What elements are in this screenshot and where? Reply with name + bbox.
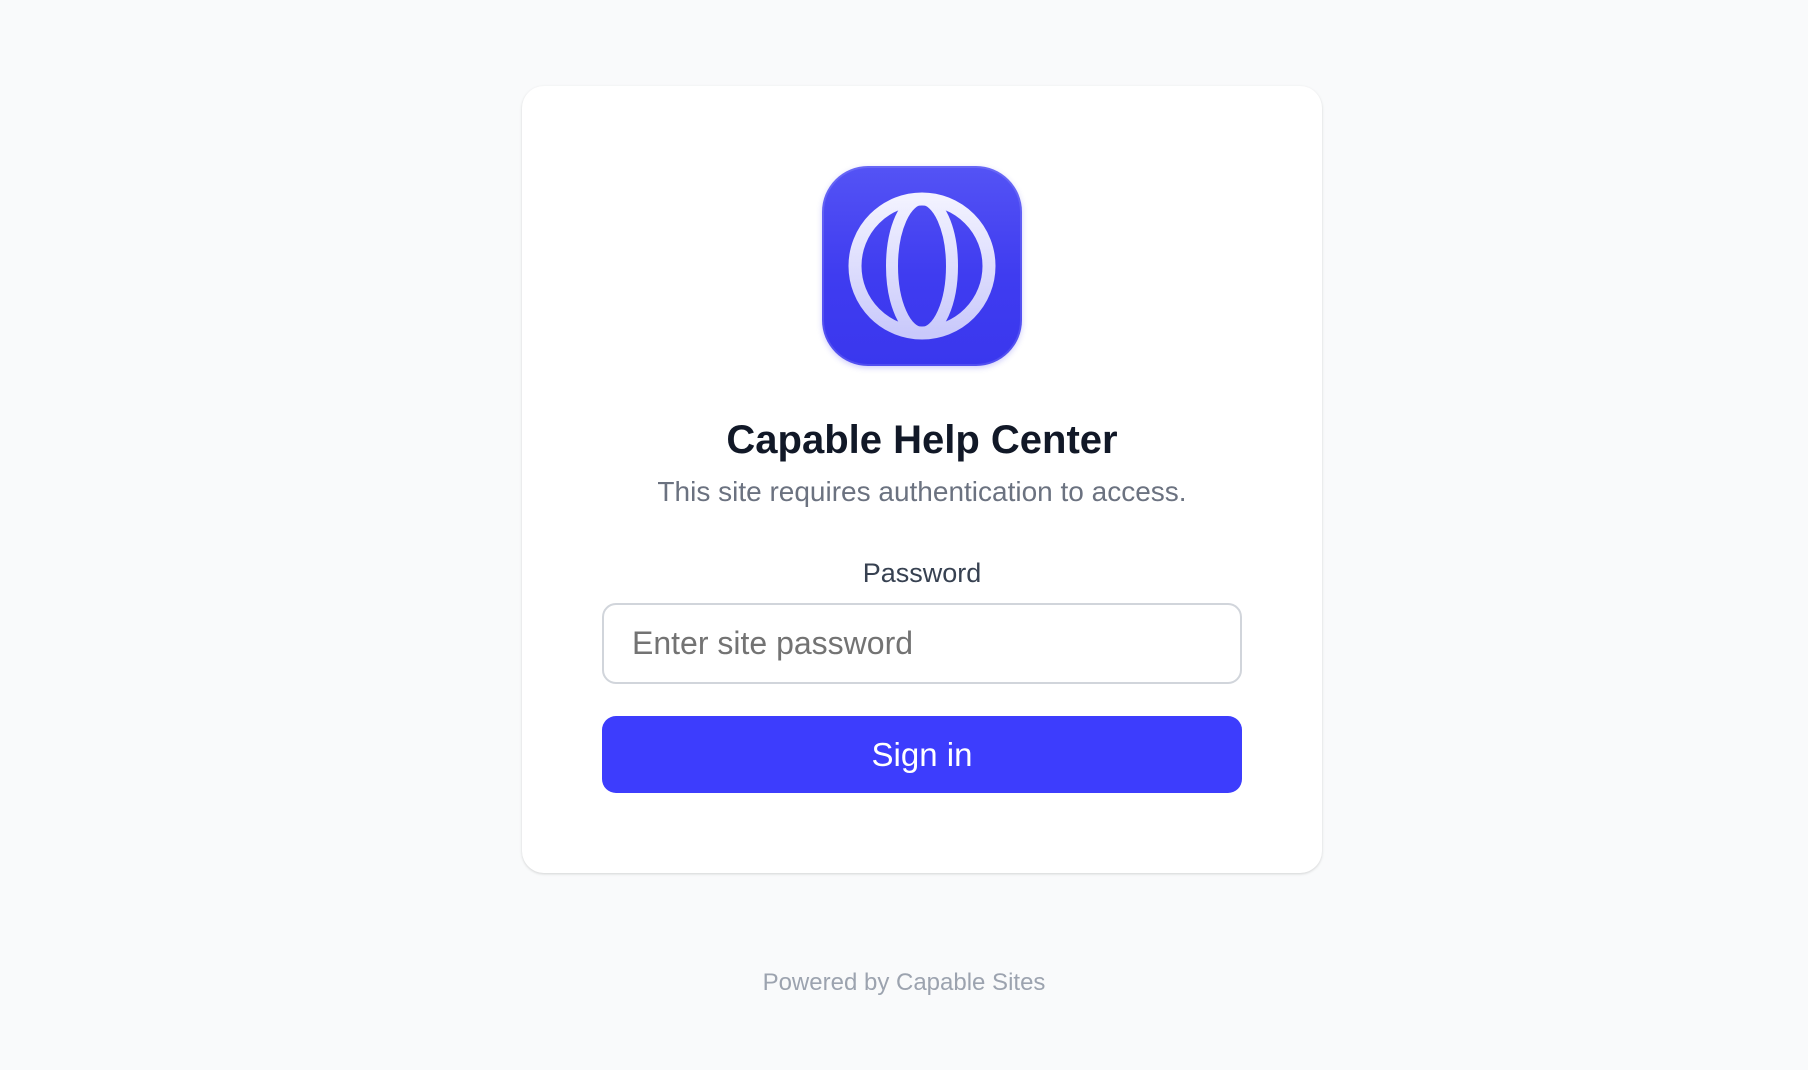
page-subtitle: This site requires authentication to acc… [657, 476, 1187, 507]
page-title: Capable Help Center [726, 418, 1118, 462]
password-label: Password [862, 558, 982, 588]
password-input[interactable] [602, 603, 1242, 684]
site-logo [822, 166, 1022, 366]
globe-icon [848, 192, 996, 340]
auth-card: Capable Help Center This site requires a… [522, 86, 1322, 873]
sign-in-button[interactable]: Sign in [602, 716, 1242, 793]
auth-page: Capable Help Center This site requires a… [0, 0, 1808, 1070]
powered-by-footer: Powered by Capable Sites [762, 969, 1046, 996]
